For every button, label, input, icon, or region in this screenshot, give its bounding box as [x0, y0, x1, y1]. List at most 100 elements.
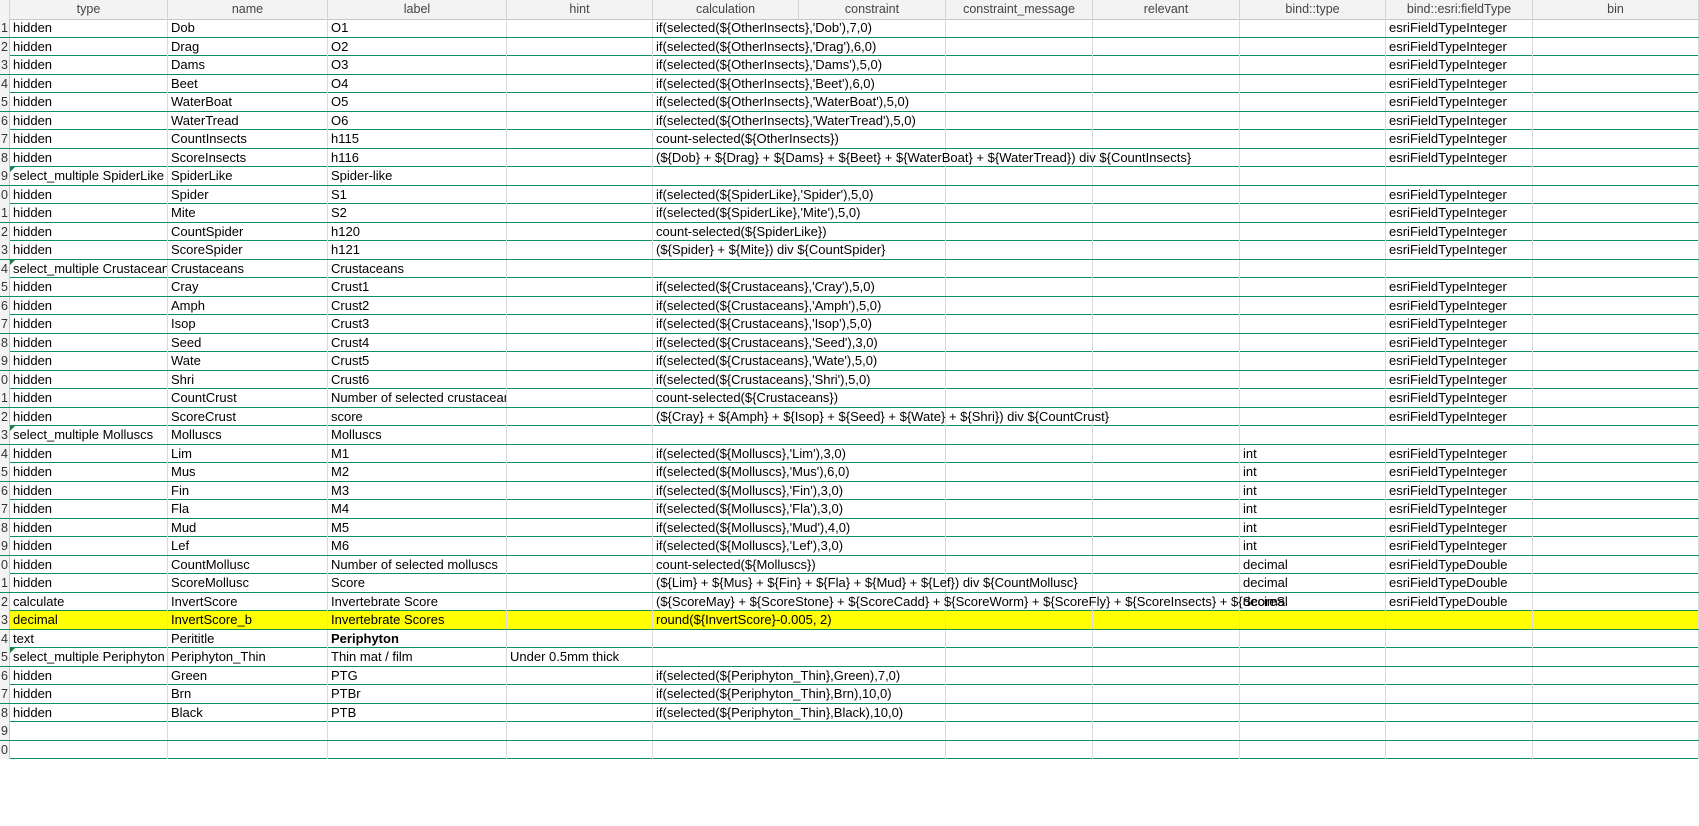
cell-esri-field-type[interactable]: esriFieldTypeInteger [1386, 148, 1533, 167]
cell-hint[interactable] [507, 685, 653, 703]
cell-calculation[interactable]: round(${InvertScore}-0.005, 2) [653, 611, 832, 629]
row-number[interactable]: 8 [0, 148, 10, 167]
cell-calculation[interactable] [653, 722, 799, 740]
corner[interactable] [0, 0, 10, 19]
cell-esri-field-type[interactable]: esriFieldTypeInteger [1386, 389, 1533, 407]
empty-cell[interactable] [1533, 37, 1699, 56]
row-number[interactable]: 5 [0, 463, 10, 481]
row-number[interactable]: 0 [0, 370, 10, 389]
empty-cell[interactable] [1533, 333, 1699, 352]
empty-cell[interactable] [1533, 111, 1699, 130]
cell-label[interactable]: M3 [328, 481, 507, 500]
cell-calculation[interactable]: if(selected(${Crustaceans},'Seed'),3,0) [653, 334, 878, 352]
cell-name[interactable]: Lef [168, 537, 328, 555]
cell-name[interactable]: WaterTread [168, 111, 328, 130]
cell-name[interactable]: Perititle [168, 629, 328, 648]
row-number[interactable]: 7 [0, 130, 10, 148]
cell-name[interactable]: Crustaceans [168, 259, 328, 278]
cell-name[interactable]: ScoreMollusc [168, 574, 328, 592]
cell-label[interactable]: O2 [328, 37, 507, 56]
cell-hint[interactable] [507, 259, 653, 278]
cell-hint[interactable] [507, 592, 653, 611]
row-number[interactable]: 4 [0, 259, 10, 278]
cell-bind-type[interactable] [1240, 296, 1386, 315]
col-header-constraint[interactable]: constraint [799, 0, 946, 19]
cell-type[interactable]: hidden [10, 463, 168, 481]
cell-esri-field-type[interactable]: esriFieldTypeInteger [1386, 93, 1533, 111]
cell-esri-field-type[interactable] [1386, 685, 1533, 703]
empty-cell[interactable] [1533, 19, 1699, 37]
empty-cell[interactable] [1093, 185, 1240, 204]
cell-name[interactable]: Amph [168, 296, 328, 315]
cell-esri-field-type[interactable]: esriFieldTypeInteger [1386, 185, 1533, 204]
empty-cell[interactable] [1093, 463, 1240, 481]
row-number[interactable]: 3 [0, 241, 10, 259]
cell-bind-type[interactable] [1240, 241, 1386, 259]
empty-cell[interactable] [946, 740, 1093, 759]
row-number[interactable]: 1 [0, 389, 10, 407]
empty-cell[interactable] [799, 722, 946, 740]
cell-label[interactable]: Number of selected molluscs [328, 555, 507, 574]
empty-cell[interactable] [1093, 352, 1240, 370]
empty-cell[interactable] [946, 722, 1093, 740]
cell-calculation[interactable]: (${Spider} + ${Mite}) div ${CountSpider} [653, 241, 885, 259]
cell-bind-type[interactable] [1240, 148, 1386, 167]
cell-calculation[interactable]: if(selected(${Periphyton_Thin},Green),7,… [653, 667, 900, 685]
cell-bind-type[interactable]: int [1240, 537, 1386, 555]
empty-cell[interactable] [1533, 500, 1699, 518]
col-header-name[interactable]: name [168, 0, 328, 19]
empty-cell[interactable] [1533, 407, 1699, 426]
cell-esri-field-type[interactable] [1386, 666, 1533, 685]
row-number[interactable]: 9 [0, 722, 10, 740]
empty-cell[interactable] [1093, 500, 1240, 518]
cell-type[interactable]: hidden [10, 574, 168, 592]
cell-hint[interactable] [507, 611, 653, 629]
cell-bind-type[interactable] [1240, 204, 1386, 222]
cell-calculation[interactable]: (${Dob} + ${Drag} + ${Dams} + ${Beet} + … [653, 149, 1191, 167]
cell-calculation[interactable] [653, 741, 799, 759]
empty-cell[interactable] [946, 130, 1093, 148]
cell-bind-type[interactable] [1240, 352, 1386, 370]
empty-cell[interactable] [946, 37, 1093, 56]
cell-label[interactable]: Thin mat / film [328, 648, 507, 666]
empty-cell[interactable] [1533, 278, 1699, 296]
cell-type[interactable]: hidden [10, 481, 168, 500]
empty-cell[interactable] [946, 481, 1093, 500]
row-number[interactable]: 2 [0, 222, 10, 241]
cell-label[interactable]: PTBr [328, 685, 507, 703]
cell-esri-field-type[interactable]: esriFieldTypeInteger [1386, 352, 1533, 370]
cell-type[interactable] [10, 740, 168, 759]
cell-hint[interactable] [507, 296, 653, 315]
cell-label[interactable]: Crust1 [328, 278, 507, 296]
cell-label[interactable]: Crustaceans [328, 259, 507, 278]
cell-bind-type[interactable] [1240, 37, 1386, 56]
cell-calculation[interactable]: (${Cray} + ${Amph} + ${Isop} + ${Seed} +… [653, 408, 1109, 426]
cell-bind-type[interactable] [1240, 407, 1386, 426]
cell-type[interactable]: hidden [10, 444, 168, 463]
cell-name[interactable]: ScoreInsects [168, 148, 328, 167]
row-number[interactable]: 3 [0, 56, 10, 74]
cell-label[interactable]: h115 [328, 130, 507, 148]
cell-hint[interactable] [507, 167, 653, 185]
row-number[interactable]: 1 [0, 574, 10, 592]
col-header-bind-type[interactable]: bind::type [1240, 0, 1386, 19]
row-number[interactable]: 7 [0, 315, 10, 333]
cell-name[interactable]: Dob [168, 19, 328, 37]
empty-cell[interactable] [946, 555, 1093, 574]
empty-cell[interactable] [1093, 130, 1240, 148]
row-number[interactable]: 5 [0, 93, 10, 111]
cell-calculation[interactable]: if(selected(${Molluscs},'Lef'),3,0) [653, 537, 843, 555]
cell-label[interactable]: Periphyton [328, 629, 507, 648]
cell-label[interactable]: Invertebrate Scores [328, 611, 507, 629]
cell-calculation[interactable]: (${ScoreMay} + ${ScoreStone} + ${ScoreCa… [653, 593, 1285, 611]
cell-name[interactable]: Cray [168, 278, 328, 296]
cell-bind-type[interactable]: int [1240, 481, 1386, 500]
cell-esri-field-type[interactable]: esriFieldTypeDouble [1386, 592, 1533, 611]
cell-name[interactable]: WaterBoat [168, 93, 328, 111]
cell-type[interactable]: hidden [10, 537, 168, 555]
cell-name[interactable]: Seed [168, 333, 328, 352]
empty-cell[interactable] [946, 629, 1093, 648]
cell-name[interactable] [168, 722, 328, 740]
empty-cell[interactable] [1093, 629, 1240, 648]
empty-cell[interactable] [1533, 481, 1699, 500]
